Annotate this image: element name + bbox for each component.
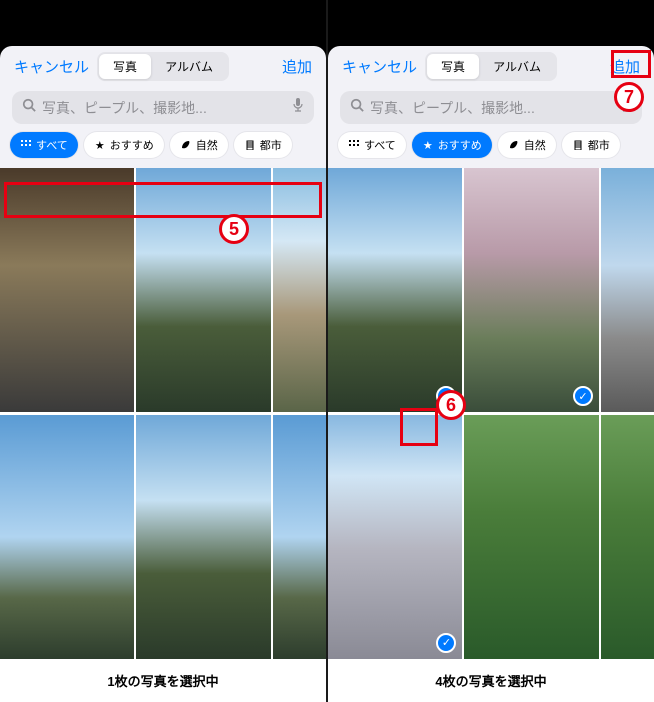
- filter-label: すべて: [364, 137, 396, 153]
- building-icon: [244, 139, 256, 151]
- mic-icon[interactable]: [620, 97, 632, 118]
- search-input[interactable]: [370, 100, 614, 116]
- filter-city[interactable]: 都市: [234, 132, 292, 158]
- leaf-icon: [508, 139, 520, 151]
- segment-albums[interactable]: アルバム: [151, 54, 227, 79]
- photo-thumb[interactable]: [601, 168, 654, 412]
- picker-sheet: キャンセル 写真 アルバム 追加 すべて ★ おすすめ: [328, 46, 654, 702]
- filter-label: おすすめ: [438, 137, 482, 153]
- header: キャンセル 写真 アルバム 追加: [328, 46, 654, 87]
- cancel-button[interactable]: キャンセル: [342, 56, 417, 77]
- filter-label: 自然: [196, 137, 218, 153]
- photo-thumb[interactable]: ✓: [601, 415, 654, 659]
- photo-thumb[interactable]: [136, 168, 270, 412]
- selected-check-icon: ✓: [436, 633, 456, 653]
- search-icon: [350, 98, 364, 117]
- segment-albums[interactable]: アルバム: [479, 54, 555, 79]
- search-bar[interactable]: [12, 91, 314, 124]
- photo-thumb[interactable]: ✓: [464, 168, 598, 412]
- photo-thumb[interactable]: ✓: [328, 168, 462, 412]
- filter-recommended[interactable]: ★ おすすめ: [412, 132, 492, 158]
- photo-thumb[interactable]: [273, 168, 326, 412]
- building-icon: [572, 139, 584, 151]
- photo-thumb[interactable]: [464, 415, 598, 659]
- selection-footer: 1枚の写真を選択中: [0, 659, 326, 702]
- add-button[interactable]: 追加: [610, 56, 640, 77]
- filter-row: すべて ★ おすすめ 自然 都市: [0, 132, 326, 168]
- grid-icon: [348, 139, 360, 151]
- photo-grid: ✓ ✓ ✓ ✓: [328, 168, 654, 659]
- cancel-button[interactable]: キャンセル: [14, 56, 89, 77]
- segment-photos[interactable]: 写真: [427, 54, 479, 79]
- filter-nature[interactable]: 自然: [498, 132, 556, 158]
- picker-sheet: キャンセル 写真 アルバム 追加 すべて ★ おすすめ: [0, 46, 326, 702]
- selected-check-icon: ✓: [573, 386, 593, 406]
- filter-label: 自然: [524, 137, 546, 153]
- mic-icon[interactable]: [292, 97, 304, 118]
- photo-thumb[interactable]: [0, 168, 134, 412]
- filter-label: おすすめ: [110, 137, 154, 153]
- filter-label: すべて: [36, 137, 68, 153]
- leaf-icon: [180, 139, 192, 151]
- filter-row: すべて ★ おすすめ 自然 都市: [328, 132, 654, 168]
- photo-grid: [0, 168, 326, 659]
- filter-recommended[interactable]: ★ おすすめ: [84, 132, 164, 158]
- star-icon: ★: [422, 139, 434, 151]
- photo-thumb[interactable]: [136, 415, 270, 659]
- star-icon: ★: [94, 139, 106, 151]
- photo-thumb[interactable]: ✓: [328, 415, 462, 659]
- filter-all[interactable]: すべて: [10, 132, 78, 158]
- filter-city[interactable]: 都市: [562, 132, 620, 158]
- grid-icon: [20, 139, 32, 151]
- header: キャンセル 写真 アルバム 追加: [0, 46, 326, 87]
- filter-nature[interactable]: 自然: [170, 132, 228, 158]
- selected-check-icon: ✓: [436, 386, 456, 406]
- search-bar[interactable]: [340, 91, 642, 124]
- search-input[interactable]: [42, 100, 286, 116]
- left-screen: キャンセル 写真 アルバム 追加 すべて ★ おすすめ: [0, 0, 326, 702]
- photo-thumb[interactable]: [273, 415, 326, 659]
- segment-control[interactable]: 写真 アルバム: [425, 52, 557, 81]
- photo-thumb[interactable]: [0, 415, 134, 659]
- segment-control[interactable]: 写真 アルバム: [97, 52, 229, 81]
- filter-label: 都市: [260, 137, 282, 153]
- add-button[interactable]: 追加: [282, 56, 312, 77]
- segment-photos[interactable]: 写真: [99, 54, 151, 79]
- filter-all[interactable]: すべて: [338, 132, 406, 158]
- search-icon: [22, 98, 36, 117]
- filter-label: 都市: [588, 137, 610, 153]
- selection-footer: 4枚の写真を選択中: [328, 659, 654, 702]
- right-screen: キャンセル 写真 アルバム 追加 すべて ★ おすすめ: [328, 0, 654, 702]
